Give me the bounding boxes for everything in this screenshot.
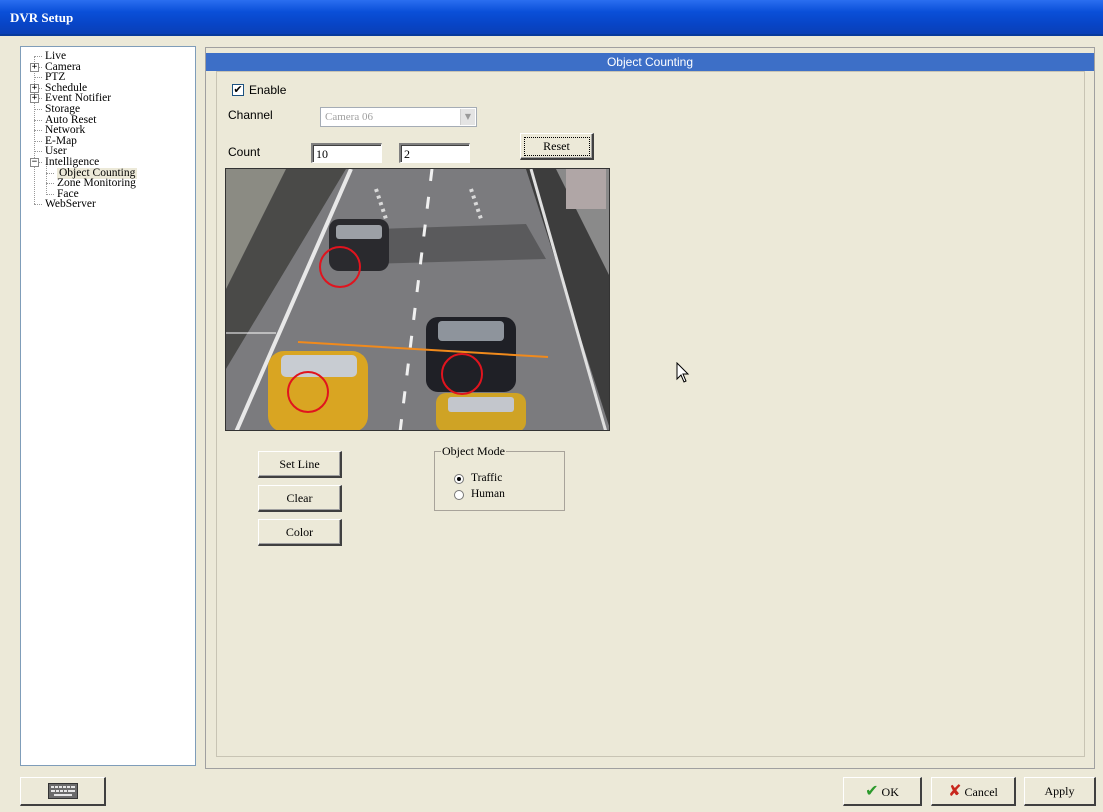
camera-preview[interactable] bbox=[225, 168, 610, 431]
tree-item[interactable]: − Intelligence bbox=[21, 156, 195, 168]
keyboard-button[interactable] bbox=[20, 777, 106, 806]
human-label: Human bbox=[471, 488, 505, 500]
traffic-label: Traffic bbox=[471, 472, 503, 484]
settings-tree[interactable]: Live + Camera PTZ + Schedule + Event Notifier St… bbox=[20, 46, 196, 766]
tree-connector bbox=[46, 172, 54, 174]
window-title: DVR Setup bbox=[10, 10, 74, 25]
collapse-icon[interactable]: − bbox=[30, 157, 39, 167]
cancel-button[interactable]: ✘ Cancel bbox=[931, 777, 1016, 806]
tree-item-label: WebServer bbox=[45, 198, 96, 211]
tree-connector bbox=[34, 119, 42, 121]
tree-item[interactable]: Zone Monitoring bbox=[21, 177, 195, 189]
mouse-cursor-icon bbox=[676, 362, 690, 383]
tree-connector bbox=[46, 193, 54, 195]
count-input-2[interactable]: 2 bbox=[399, 143, 470, 163]
color-button[interactable]: Color bbox=[258, 519, 342, 546]
object-mode-group: Object Mode Traffic Human bbox=[434, 444, 565, 511]
set-line-button[interactable]: Set Line bbox=[258, 451, 342, 478]
keyboard-icon bbox=[47, 783, 78, 799]
window-title-bar[interactable]: DVR Setup bbox=[0, 0, 1103, 36]
enable-label: Enable bbox=[249, 83, 287, 97]
count-label: Count bbox=[228, 145, 261, 159]
clear-button[interactable]: Clear bbox=[258, 485, 342, 512]
radio-unselected-icon[interactable] bbox=[454, 490, 464, 500]
radio-selected-icon[interactable] bbox=[454, 474, 464, 484]
traffic-radio[interactable]: Traffic bbox=[454, 472, 502, 484]
tree-subguide-line bbox=[46, 165, 47, 196]
expand-icon[interactable]: + bbox=[30, 83, 39, 93]
tree-connector bbox=[34, 108, 42, 110]
channel-select[interactable]: Camera 06 ▼ bbox=[320, 107, 477, 127]
expand-icon[interactable]: + bbox=[30, 94, 39, 104]
tree-connector bbox=[34, 77, 42, 79]
tree-connector bbox=[34, 151, 42, 153]
tree-connector bbox=[34, 56, 42, 57]
expand-icon[interactable]: + bbox=[30, 62, 39, 72]
apply-button[interactable]: Apply bbox=[1024, 777, 1096, 806]
tree-item[interactable]: WebServer bbox=[21, 199, 195, 210]
checkmark-icon: ✔ bbox=[865, 781, 879, 800]
tree-item[interactable]: Live bbox=[21, 50, 195, 62]
human-radio[interactable]: Human bbox=[454, 488, 505, 500]
ok-label: OK bbox=[881, 785, 899, 799]
tree-connector bbox=[34, 204, 42, 206]
tree-connector bbox=[34, 140, 42, 142]
channel-value: Camera 06 bbox=[325, 111, 373, 123]
object-mode-legend: Object Mode bbox=[441, 444, 506, 459]
enable-checkbox[interactable]: ✔ bbox=[232, 84, 244, 96]
close-icon: ✘ bbox=[948, 781, 962, 800]
cancel-label: Cancel bbox=[964, 785, 998, 799]
tree-connector bbox=[46, 183, 54, 185]
channel-label: Channel bbox=[228, 108, 273, 122]
camera-preview-image bbox=[226, 169, 609, 430]
count-input-1[interactable]: 10 bbox=[311, 143, 382, 163]
tree-item[interactable]: Storage bbox=[21, 103, 195, 115]
tree-connector bbox=[34, 130, 42, 132]
chevron-down-icon[interactable]: ▼ bbox=[460, 109, 475, 125]
panel-header: Object Counting bbox=[206, 53, 1094, 71]
checkmark-icon: ✔ bbox=[233, 83, 243, 96]
ok-button[interactable]: ✔ OK bbox=[843, 777, 922, 806]
reset-button[interactable]: Reset bbox=[520, 133, 594, 160]
